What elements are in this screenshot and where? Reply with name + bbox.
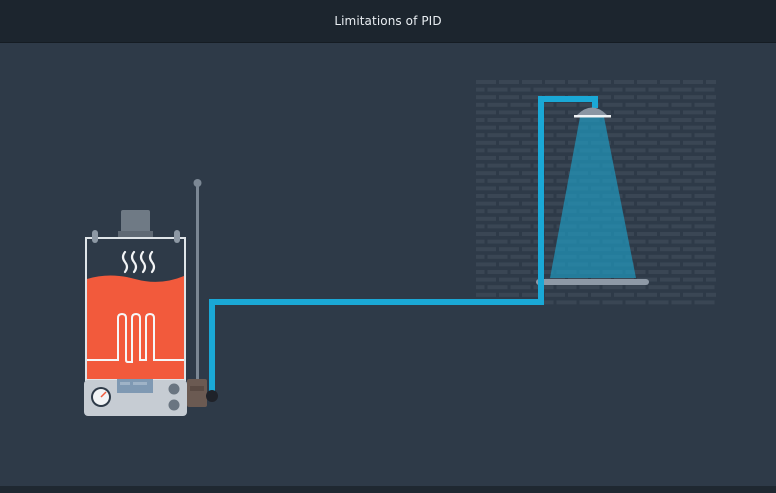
bottom-bar: [0, 486, 776, 493]
water-heater: [84, 210, 187, 416]
temperature-probe: [193, 179, 202, 383]
simulation-scene: [0, 43, 776, 485]
title-bar: Limitations of PID: [0, 0, 776, 43]
shower-tray: [536, 279, 649, 285]
page-title: Limitations of PID: [334, 14, 442, 28]
